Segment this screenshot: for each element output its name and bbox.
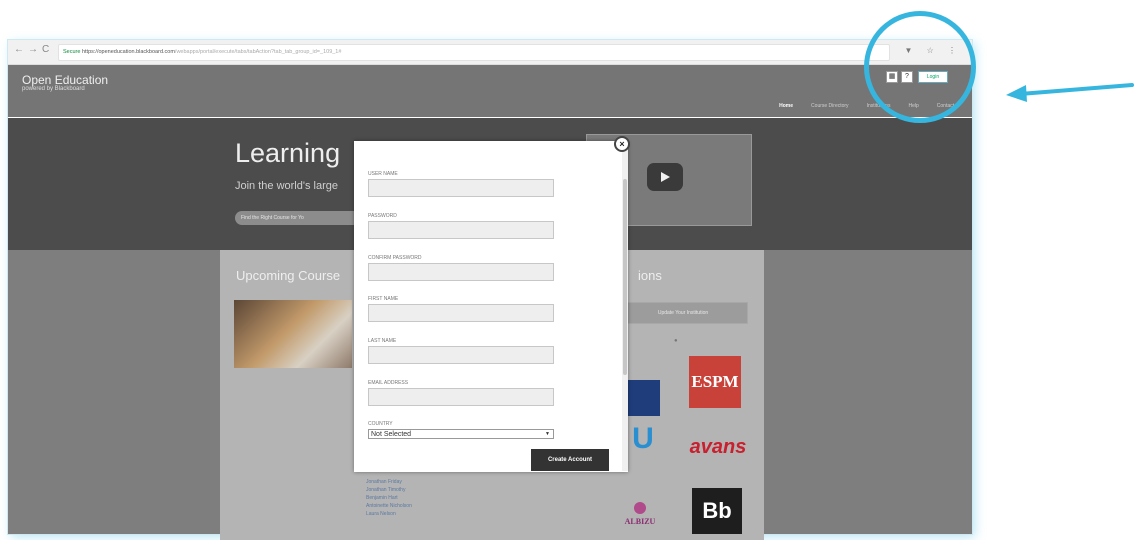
last-name-input[interactable] <box>368 346 554 364</box>
country-label: COUNTRY <box>368 421 393 427</box>
instructor-link[interactable]: Jonathan Timothy <box>366 486 412 494</box>
browser-window: ← → C Secure https://openeducation.black… <box>8 40 972 540</box>
annotation-arrow-icon <box>1006 83 1134 102</box>
modal-scrollbar[interactable] <box>622 145 628 471</box>
country-select[interactable]: Not Selected ▼ <box>368 429 554 439</box>
institutions-heading: ions <box>638 268 662 283</box>
chevron-down-icon: ▼ <box>545 431 550 437</box>
username-label: USER NAME <box>368 171 398 177</box>
albizu-label: ALBIZU <box>624 517 656 526</box>
url-path: /webapps/portal/execute/tabs/tabAction?t… <box>174 49 342 55</box>
country-field-group: COUNTRY Not Selected ▼ <box>368 421 554 439</box>
scrollbar-thumb[interactable] <box>623 179 627 375</box>
institution-logo-bb[interactable]: Bb <box>692 488 742 534</box>
update-institution-button[interactable]: Update Your Institution <box>618 302 748 324</box>
reload-icon[interactable]: C <box>42 44 49 55</box>
country-value: Not Selected <box>371 431 412 438</box>
password-field-group: PASSWORD <box>368 213 554 239</box>
instructor-link[interactable]: Benjamin Hart <box>366 494 412 502</box>
brand-title: Open Education <box>22 73 109 87</box>
email-field-group: EMAIL ADDRESS <box>368 380 554 406</box>
annotation-circle <box>864 11 976 123</box>
create-account-modal: USER NAME PASSWORD CONFIRM PASSWORD FIRS… <box>354 141 628 472</box>
last-name-label: LAST NAME <box>368 338 397 344</box>
albizu-emblem-icon <box>634 502 646 514</box>
find-course-button[interactable]: Find the Right Course for Yo <box>235 211 361 225</box>
instructor-links: Jonathan Friday Jonathan Timothy Benjami… <box>366 478 412 518</box>
secure-label: Secure <box>63 49 81 55</box>
url-host: https://openeducation.blackboard.com <box>81 49 175 55</box>
hero-title: Learning <box>235 138 341 168</box>
first-name-label: FIRST NAME <box>368 296 399 302</box>
institution-logo-u[interactable]: U <box>626 422 660 456</box>
create-account-button[interactable]: Create Account <box>531 449 609 471</box>
institution-logo-blue[interactable] <box>626 380 660 416</box>
forward-icon[interactable]: → <box>28 44 38 55</box>
institution-logo-albizu[interactable]: ALBIZU <box>618 494 662 534</box>
close-icon[interactable]: × <box>614 136 630 152</box>
last-name-field-group: LAST NAME <box>368 338 554 364</box>
nav-home[interactable]: Home <box>779 103 793 109</box>
username-field-group: USER NAME <box>368 171 554 197</box>
instructor-link[interactable]: Laura Nelson <box>366 510 412 518</box>
confirm-password-field-group: CONFIRM PASSWORD <box>368 255 554 281</box>
email-label: EMAIL ADDRESS <box>368 380 409 386</box>
email-input[interactable] <box>368 388 554 406</box>
instructor-link[interactable]: Jonathan Friday <box>366 478 412 486</box>
username-input[interactable] <box>368 179 554 197</box>
confirm-password-input[interactable] <box>368 263 554 281</box>
back-icon[interactable]: ← <box>14 44 24 55</box>
site-logo[interactable]: Open Education powered by Blackboard <box>22 73 108 92</box>
course-thumbnail[interactable] <box>234 300 352 368</box>
site-header: Open Education powered by Blackboard ▦ ?… <box>8 65 972 117</box>
institution-logo-espm[interactable]: ESPM <box>689 356 741 408</box>
nav-course-directory[interactable]: Course Directory <box>811 103 849 109</box>
play-icon[interactable] <box>647 163 683 191</box>
password-label: PASSWORD <box>368 213 397 219</box>
first-name-input[interactable] <box>368 304 554 322</box>
first-name-field-group: FIRST NAME <box>368 296 554 322</box>
instructor-link[interactable]: Antoinette Nicholson <box>366 502 412 510</box>
browser-toolbar: ← → C Secure https://openeducation.black… <box>8 40 972 65</box>
hero-subtitle: Join the world's large <box>235 180 338 192</box>
carousel-dot[interactable]: ● <box>674 338 678 344</box>
upcoming-courses-heading: Upcoming Course <box>236 268 341 283</box>
address-bar[interactable]: Secure https://openeducation.blackboard.… <box>58 44 890 61</box>
password-input[interactable] <box>368 221 554 239</box>
institution-logo-avans[interactable]: avans <box>686 436 750 458</box>
confirm-password-label: CONFIRM PASSWORD <box>368 255 422 261</box>
